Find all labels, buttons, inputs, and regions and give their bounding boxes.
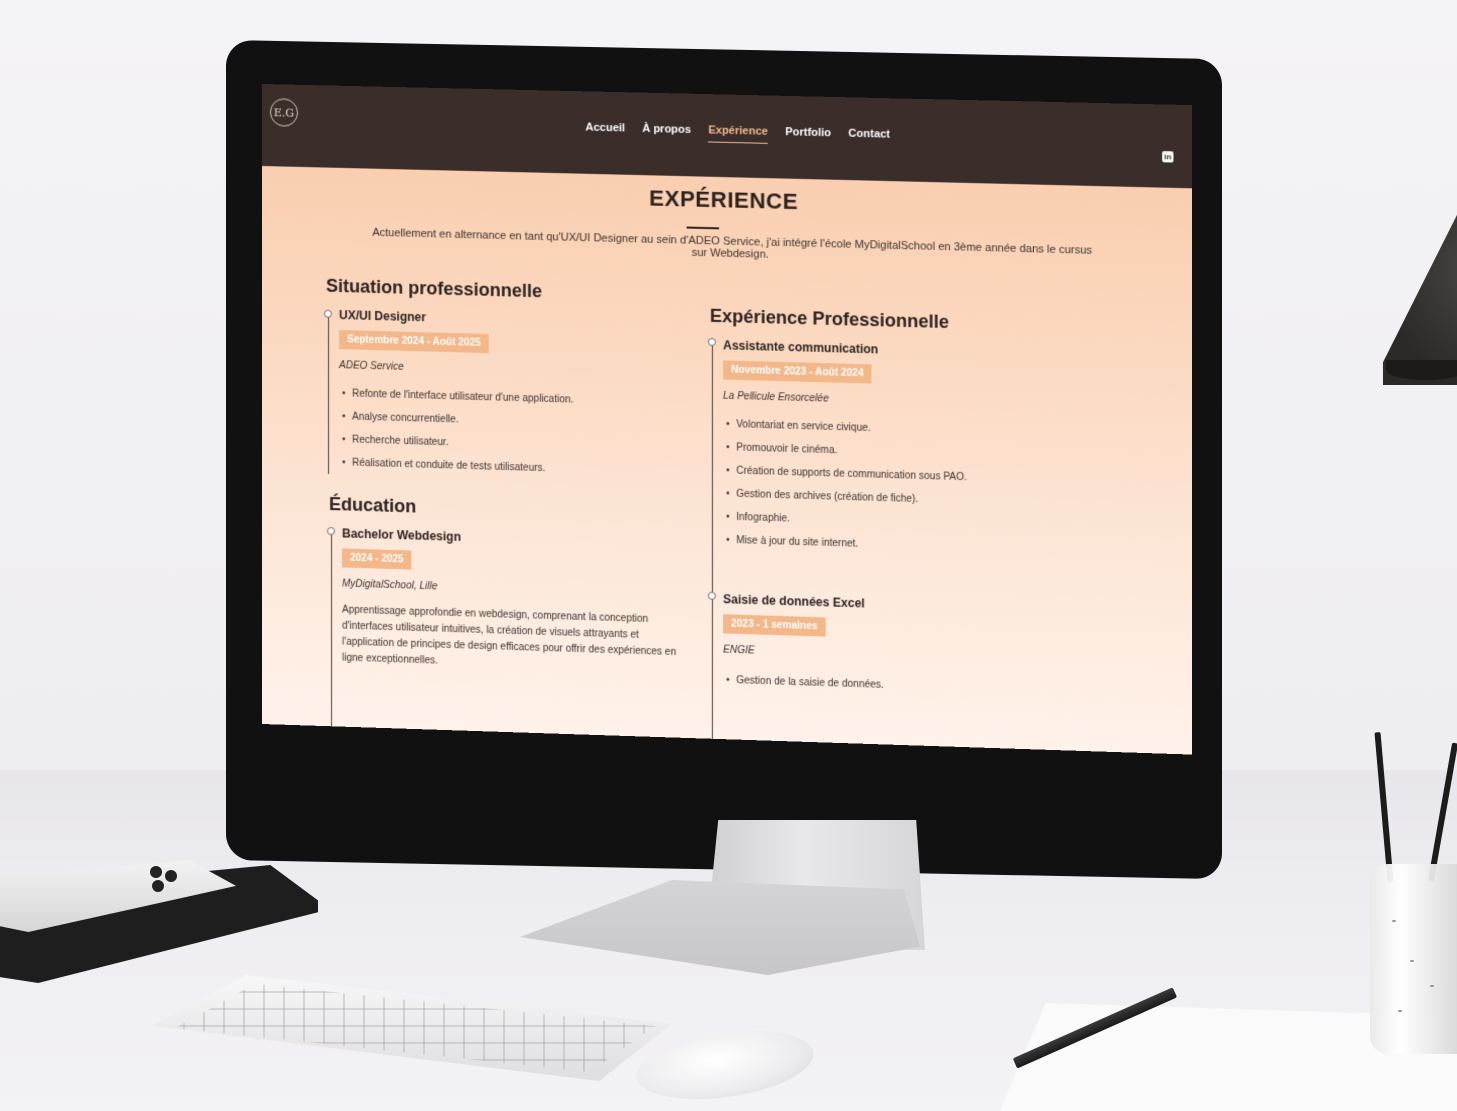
- education-date-badge: 2024 - 2025: [342, 548, 412, 570]
- job-company: ENGIE: [723, 644, 755, 657]
- pencil-cup: [1370, 864, 1457, 1054]
- cup-texture: [1430, 985, 1434, 987]
- situation-bullets: Refonte de l'interface utilisateur d'une…: [342, 388, 573, 487]
- experience-timeline: [711, 341, 713, 739]
- list-item: Infographie.: [726, 512, 967, 530]
- list-item: Création de supports de communication so…: [726, 465, 967, 484]
- list-item: Réalisation et conduite de tests utilisa…: [342, 457, 573, 475]
- situation-company: ADEO Service: [339, 360, 404, 373]
- list-item: Volontariat en service civique.: [726, 419, 967, 437]
- situation-timeline: [328, 313, 330, 474]
- job-company: La Pellicule Ensorcelée: [723, 390, 829, 405]
- linkedin-icon[interactable]: in: [1162, 151, 1174, 163]
- job-title: Saisie de données Excel: [723, 592, 865, 611]
- experience-heading: Expérience Professionnelle: [709, 305, 950, 333]
- job-bullets: Volontariat en service civique. Promouvo…: [726, 419, 967, 565]
- situation-date-badge: Septembre 2024 - Août 2025: [339, 330, 489, 354]
- intro-text: Actuellement en alternance en tant qu'UX…: [372, 226, 1093, 261]
- nav-links: Accueil À propos Expérience Portfolio Co…: [585, 121, 890, 140]
- nav-link-a-propos[interactable]: À propos: [642, 123, 691, 136]
- situation-job-title: UX/UI Designer: [339, 308, 427, 325]
- phone-camera-icon: [150, 866, 162, 878]
- nav-link-accueil[interactable]: Accueil: [585, 121, 625, 134]
- education-timeline: [331, 531, 333, 732]
- list-item: Gestion des archives (création de fiche)…: [726, 488, 967, 506]
- education-heading: Éducation: [329, 493, 417, 517]
- nav-link-portfolio[interactable]: Portfolio: [785, 126, 831, 139]
- timeline-dot: [324, 309, 333, 318]
- cup-texture: [1398, 1010, 1402, 1012]
- title-divider: [686, 226, 720, 230]
- job-title: Assistante communication: [723, 338, 879, 357]
- cup-texture: [1410, 960, 1414, 962]
- list-item: Analyse concurrentielle.: [342, 411, 573, 429]
- education-description: Apprentissage approfondie en webdesign, …: [342, 604, 677, 667]
- situation-heading: Situation professionnelle: [326, 275, 543, 302]
- education-title: Bachelor Webdesign: [342, 526, 461, 544]
- timeline-dot: [327, 526, 336, 536]
- desk-lamp: [1383, 195, 1457, 385]
- website-screen: E.G Accueil À propos Expérience Portfoli…: [262, 84, 1192, 755]
- job-date-badge: Novembre 2023 - Août 2024: [723, 360, 872, 384]
- timeline-dot: [707, 591, 716, 600]
- nav-link-contact[interactable]: Contact: [848, 128, 890, 141]
- site-logo[interactable]: E.G: [269, 98, 298, 127]
- cup-texture: [1392, 920, 1396, 922]
- phone-camera-icon: [165, 870, 177, 882]
- list-item: Mise à jour du site internet.: [726, 535, 967, 553]
- nav-link-experience[interactable]: Expérience: [708, 124, 768, 137]
- job-date-badge: 2023 - 1 semaines: [723, 614, 826, 637]
- list-item: Refonte de l'interface utilisateur d'une…: [342, 388, 573, 405]
- list-item: Gestion de la saisie de données.: [726, 675, 884, 691]
- list-item: Recherche utilisateur.: [342, 434, 573, 452]
- phone-camera-icon: [152, 880, 164, 892]
- timeline-dot: [707, 337, 716, 347]
- job-bullets: Gestion de la saisie de données.: [726, 675, 884, 703]
- desk-lamp-inner: [1386, 360, 1457, 380]
- list-item: Promouvoir le cinéma.: [726, 442, 967, 460]
- education-school: MyDigitalSchool, Lille: [342, 578, 438, 593]
